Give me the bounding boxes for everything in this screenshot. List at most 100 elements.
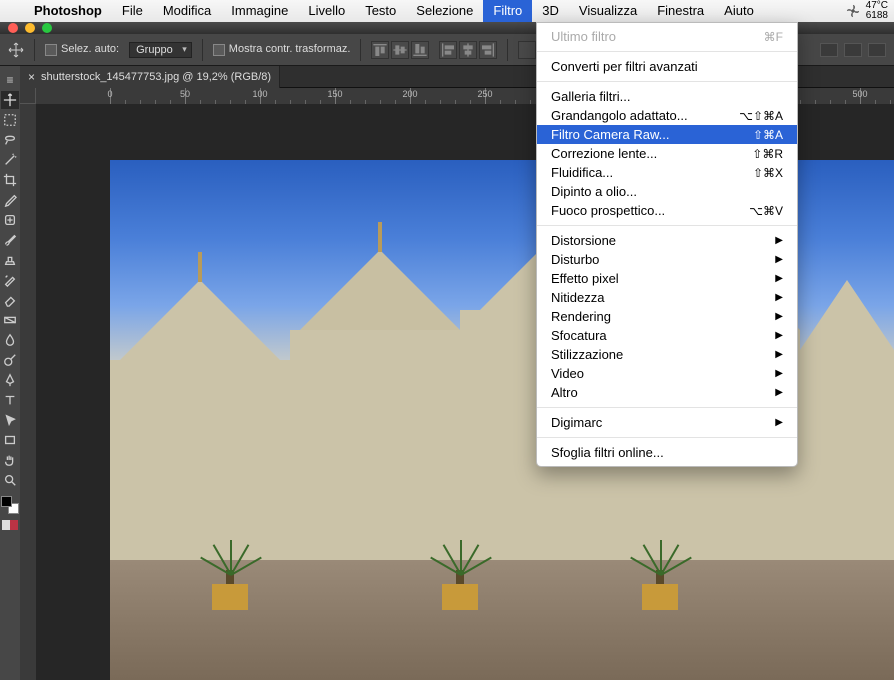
menu-item-label: Sfoglia filtri online... [551, 445, 664, 460]
menubar-item-immagine[interactable]: Immagine [221, 0, 298, 22]
close-tab-icon[interactable]: × [28, 70, 35, 84]
menu-item-converti-per-filtri-avanzati[interactable]: Converti per filtri avanzati [537, 57, 797, 76]
menu-item-video[interactable]: Video▶ [537, 364, 797, 383]
menu-item-dipinto-a-olio[interactable]: Dipinto a olio... [537, 182, 797, 201]
menu-item-shortcut: ⇧⌘R [752, 147, 783, 161]
menu-item-label: Disturbo [551, 252, 599, 267]
menubar-item-modifica[interactable]: Modifica [153, 0, 221, 22]
menu-item-label: Filtro Camera Raw... [551, 127, 669, 142]
brush-tool[interactable] [1, 231, 19, 249]
zoom-window-button[interactable] [42, 23, 52, 33]
separator [360, 39, 361, 61]
crop-tool[interactable] [1, 171, 19, 189]
menu-item-galleria-filtri[interactable]: Galleria filtri... [537, 87, 797, 106]
marquee-tool[interactable] [1, 111, 19, 129]
quick-mask-toggle[interactable] [2, 520, 18, 530]
menu-item-label: Nitidezza [551, 290, 604, 305]
menubar-item-testo[interactable]: Testo [355, 0, 406, 22]
menubar-item-finestra[interactable]: Finestra [647, 0, 714, 22]
menubar-item-visualizza[interactable]: Visualizza [569, 0, 647, 22]
menu-item-altro[interactable]: Altro▶ [537, 383, 797, 402]
eyedropper-tool[interactable] [1, 191, 19, 209]
menu-item-nitidezza[interactable]: Nitidezza ▶ [537, 288, 797, 307]
menubar-item-aiuto[interactable]: Aiuto [714, 0, 764, 22]
eraser-tool[interactable] [1, 291, 19, 309]
menubar-item-livello[interactable]: Livello [298, 0, 355, 22]
auto-select-checkbox[interactable]: Selez. auto: [45, 43, 119, 55]
blur-tool[interactable] [1, 331, 19, 349]
menu-item-rendering[interactable]: Rendering▶ [537, 307, 797, 326]
menu-item-label: Distorsione [551, 233, 616, 248]
show-transform-checkbox[interactable]: Mostra contr. trasformaz. [213, 43, 351, 55]
align-group-2 [439, 41, 497, 59]
menu-item-sfoglia-filtri-online[interactable]: Sfoglia filtri online... [537, 443, 797, 462]
ruler-vertical[interactable] [20, 104, 36, 680]
ruler-origin[interactable] [20, 88, 36, 104]
pen-tool[interactable] [1, 371, 19, 389]
menu-item-shortcut: ⌥⌘V [749, 204, 783, 218]
foreground-background-colors[interactable] [1, 496, 19, 514]
menu-item-fluidifica[interactable]: Fluidifica...⇧⌘X [537, 163, 797, 182]
menu-item-ultimo-filtro: Ultimo filtro⌘F [537, 27, 797, 46]
menu-item-disturbo[interactable]: Disturbo ▶ [537, 250, 797, 269]
move-tool[interactable] [1, 91, 19, 109]
separator [34, 39, 35, 61]
align-hcenter-button[interactable] [459, 41, 477, 59]
close-window-button[interactable] [8, 23, 18, 33]
type-tool[interactable] [1, 391, 19, 409]
menu-item-distorsione[interactable]: Distorsione▶ [537, 231, 797, 250]
menu-item-fuoco-prospettico[interactable]: Fuoco prospettico...⌥⌘V [537, 201, 797, 220]
filter-menu-dropdown: Ultimo filtro⌘F Converti per filtri avanz… [536, 22, 798, 467]
menu-item-correzione-lente[interactable]: Correzione lente... ⇧⌘R [537, 144, 797, 163]
menu-item-sfocatura[interactable]: Sfocatura▶ [537, 326, 797, 345]
menubar-app[interactable]: Photoshop [24, 0, 112, 22]
menu-item-label: Converti per filtri avanzati [551, 59, 698, 74]
menubar-item-file[interactable]: File [112, 0, 153, 22]
menu-item-filtro-camera-raw[interactable]: Filtro Camera Raw... ⇧⌘A [537, 125, 797, 144]
rectangle-tool[interactable] [1, 431, 19, 449]
dodge-tool[interactable] [1, 351, 19, 369]
move-tool-icon [8, 42, 24, 58]
tool-panel-grip[interactable]: ≡ [1, 71, 19, 89]
menu-item-shortcut: ⇧⌘A [753, 128, 783, 142]
menubar-item-filtro[interactable]: Filtro [483, 0, 532, 22]
submenu-arrow-icon: ▶ [775, 292, 783, 303]
mode-icon-1[interactable] [820, 43, 838, 57]
menubar-item-selezione[interactable]: Selezione [406, 0, 483, 22]
hand-tool[interactable] [1, 451, 19, 469]
align-top-button[interactable] [371, 41, 389, 59]
align-vcenter-button[interactable] [391, 41, 409, 59]
menu-item-shortcut: ⌥⇧⌘A [739, 109, 783, 123]
auto-select-dropdown[interactable]: Gruppo [129, 42, 192, 58]
gradient-tool[interactable] [1, 311, 19, 329]
align-left-button[interactable] [439, 41, 457, 59]
menu-item-label: Rendering [551, 309, 611, 324]
separator [202, 39, 203, 61]
menu-item-stilizzazione[interactable]: Stilizzazione▶ [537, 345, 797, 364]
menu-item-effetto-pixel[interactable]: Effetto pixel▶ [537, 269, 797, 288]
align-bottom-button[interactable] [411, 41, 429, 59]
clone-stamp-tool[interactable] [1, 251, 19, 269]
submenu-arrow-icon: ▶ [775, 387, 783, 398]
menubar-item-3d[interactable]: 3D [532, 0, 569, 22]
align-right-button[interactable] [479, 41, 497, 59]
mode-icon-3[interactable] [868, 43, 886, 57]
lasso-tool[interactable] [1, 131, 19, 149]
distribute-1-button[interactable] [518, 41, 536, 59]
menu-item-grandangolo-adattato[interactable]: Grandangolo adattato...⌥⇧⌘A [537, 106, 797, 125]
menu-separator [537, 437, 797, 438]
magic-wand-tool[interactable] [1, 151, 19, 169]
document-tab[interactable]: × shutterstock_145477753.jpg @ 19,2% (RG… [20, 66, 280, 88]
mode-icon-2[interactable] [844, 43, 862, 57]
menu-item-digimarc[interactable]: Digimarc▶ [537, 413, 797, 432]
healing-brush-tool[interactable] [1, 211, 19, 229]
fan-icon [846, 4, 860, 18]
menu-separator [537, 407, 797, 408]
path-selection-tool[interactable] [1, 411, 19, 429]
submenu-arrow-icon: ▶ [775, 254, 783, 265]
history-brush-tool[interactable] [1, 271, 19, 289]
zoom-tool[interactable] [1, 471, 19, 489]
menu-item-label: Correzione lente... [551, 146, 657, 161]
minimize-window-button[interactable] [25, 23, 35, 33]
submenu-arrow-icon: ▶ [775, 330, 783, 341]
